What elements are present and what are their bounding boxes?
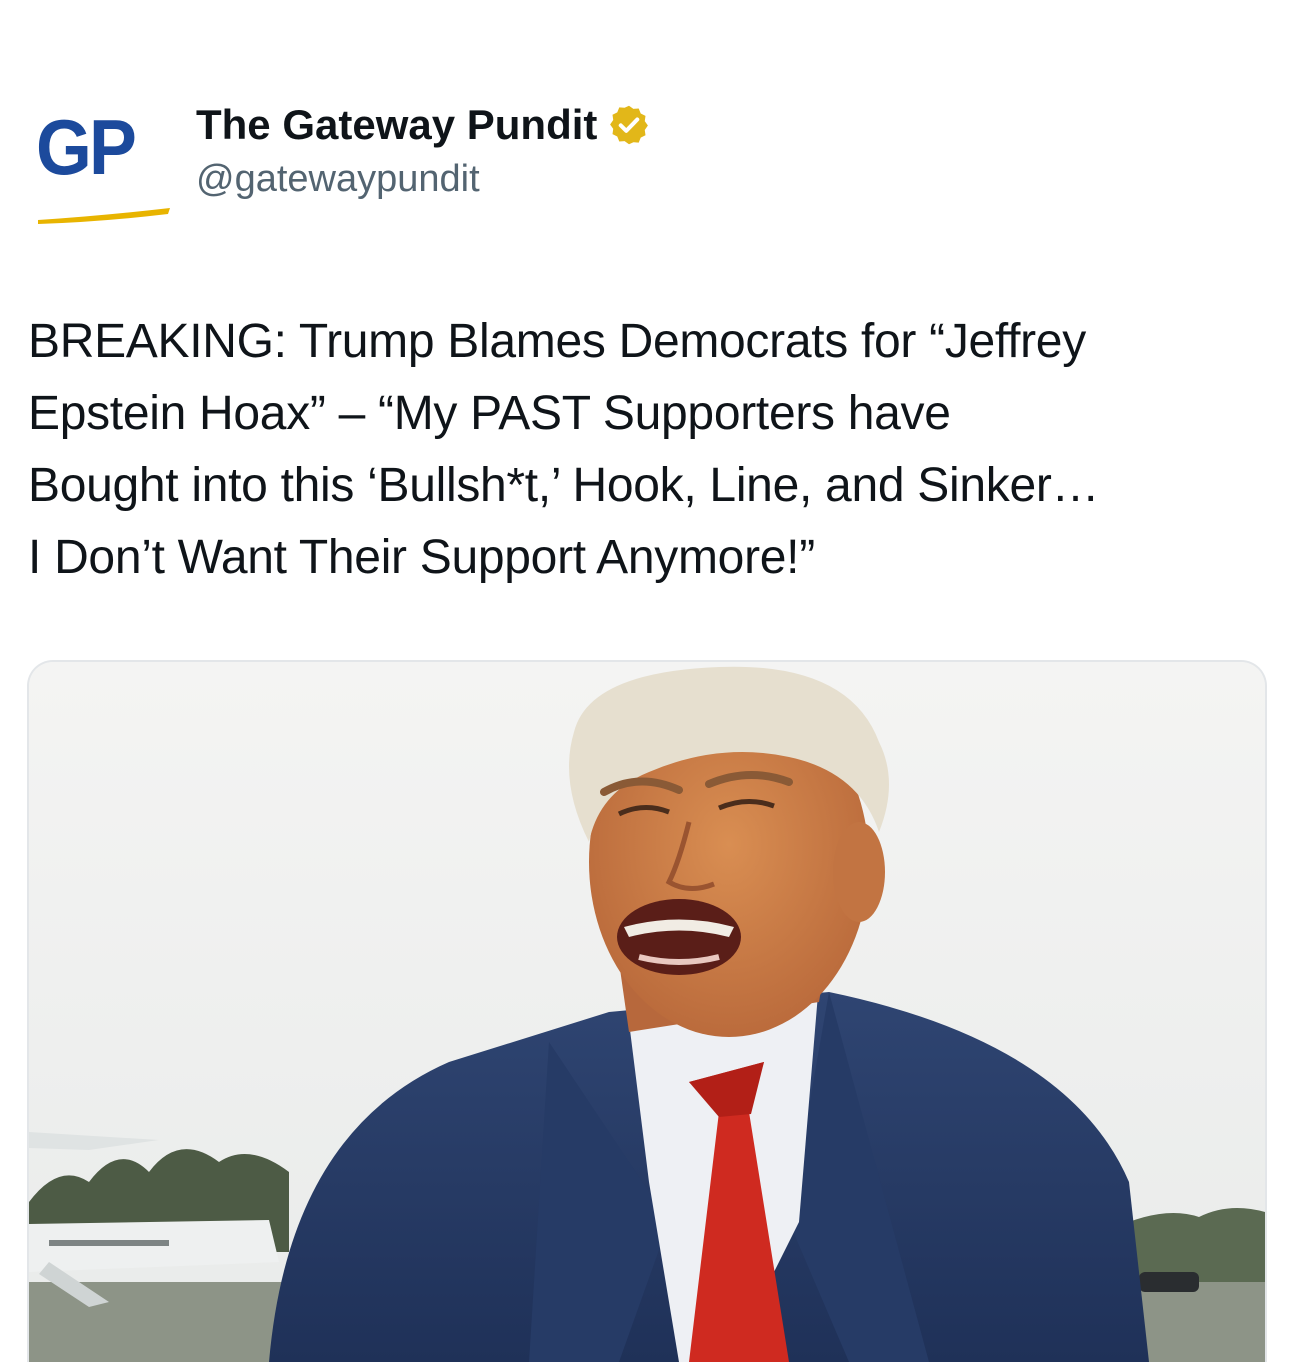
name-row: The Gateway Pundit (196, 100, 651, 150)
avatar[interactable]: GP (30, 100, 180, 230)
tweet-media-photo[interactable] (27, 660, 1267, 1362)
tweet-text: BREAKING: Trump Blames Democrats for “Je… (28, 315, 1100, 584)
display-name[interactable]: The Gateway Pundit (196, 101, 597, 149)
verified-badge-icon[interactable] (607, 103, 651, 147)
tweet-header: GP The Gateway Pundit @gatewaypundit (0, 0, 1290, 280)
avatar-underline-swoosh (38, 208, 170, 224)
handle[interactable]: @gatewaypundit (196, 158, 480, 201)
photo-illustration (29, 662, 1265, 1362)
